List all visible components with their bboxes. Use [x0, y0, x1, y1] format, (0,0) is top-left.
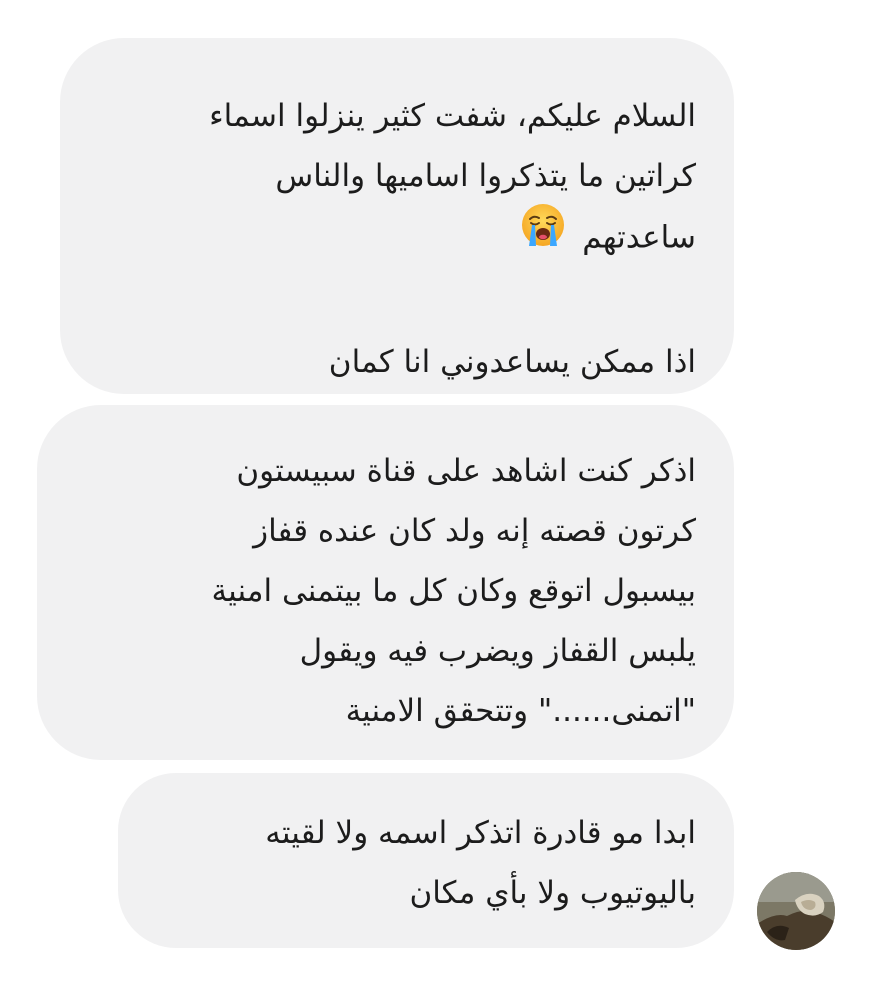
message-bubble-1[interactable]: السلام عليكم، شفت كثير ينزلوا اسماء كرات… — [60, 38, 734, 394]
message-2-line-5: "اتمنى......" وتتحقق الامنية — [345, 693, 696, 729]
loudly-crying-face-icon — [520, 202, 566, 268]
message-1-blank-line — [98, 272, 696, 332]
user-avatar-photo-icon — [757, 872, 835, 950]
message-1-line-5: اذا ممكن يساعدوني انا كمان — [328, 344, 696, 380]
message-bubble-3[interactable]: ابدا مو قادرة اتذكر اسمه ولا لقيته باليو… — [118, 773, 734, 948]
message-1-line-1: السلام عليكم، شفت كثير ينزلوا اسماء — [209, 98, 696, 134]
message-2-line-4: يلبس القفاز ويضرب فيه ويقول — [299, 633, 696, 669]
message-2-line-2: كرتون قصته إنه ولد كان عنده قفاز — [253, 513, 696, 549]
message-3-line-1: ابدا مو قادرة اتذكر اسمه ولا لقيته — [265, 815, 696, 851]
message-1-line-2: كراتين ما يتذكروا اساميها والناس — [275, 158, 696, 194]
message-bubble-2[interactable]: اذكر كنت اشاهد على قناة سبيستون كرتون قص… — [37, 405, 734, 760]
message-1-line-3: ساعدتهم — [582, 219, 696, 256]
message-2-line-1: اذكر كنت اشاهد على قناة سبيستون — [236, 453, 696, 489]
message-1-line-3-row: ساعدتهم — [98, 204, 696, 272]
message-2-line-3: بيسبول اتوقع وكان كل ما بيتمنى امنية — [211, 573, 696, 609]
user-avatar[interactable] — [757, 872, 835, 950]
message-3-line-2: باليوتيوب ولا بأي مكان — [409, 875, 696, 911]
